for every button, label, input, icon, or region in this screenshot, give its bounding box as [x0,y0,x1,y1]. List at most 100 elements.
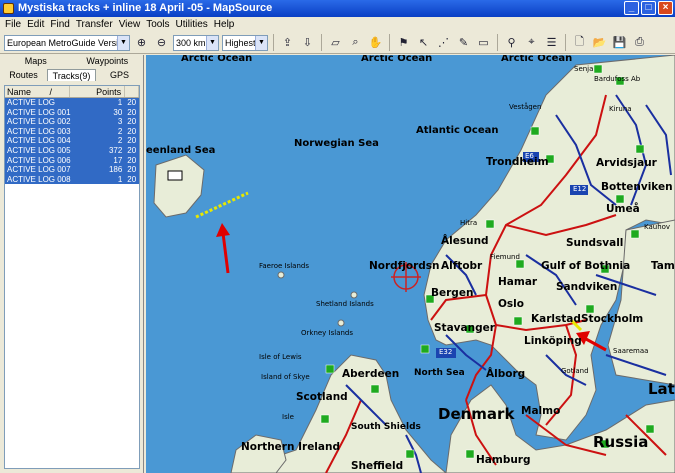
label-orkney-islands: Orkney Islands [301,329,354,337]
open-file-icon[interactable]: 📂 [591,34,608,51]
waypoint-tool-icon[interactable]: ⚑ [395,34,412,51]
zoom-tool-icon[interactable]: ⌕ [347,34,364,51]
toolbar-separator [321,34,322,51]
track-list[interactable]: Name / Points ACTIVE LOG 1 20 ACTIVE LOG 00… [4,85,140,469]
maximize-button[interactable]: □ [641,1,656,15]
title-bar: Mystiska tracks + inline 18 April -05 - … [0,0,675,17]
table-row[interactable]: ACTIVE LOG 001 30 20 [5,107,139,118]
track-points: 1 [117,98,123,107]
menu-transfer[interactable]: Transfer [73,17,116,32]
label-gotland: Gotland [561,367,589,375]
column-points[interactable]: Points [70,86,126,97]
tab-waypoints[interactable]: Waypoints [72,55,144,67]
column-name[interactable]: Name / [5,86,70,97]
save-file-icon[interactable]: 💾 [611,34,628,51]
track-extra: 20 [127,165,137,175]
table-row[interactable]: ACTIVE LOG 003 2 20 [5,126,139,137]
select-tool-icon[interactable]: ↖ [415,34,432,51]
label-malmo: Malmo [521,405,561,417]
label-sundsvall: Sundsvall [566,237,624,249]
recorded-track [195,191,249,219]
label-northern-ireland: Northern Ireland [241,441,340,453]
menu-view[interactable]: View [116,17,144,32]
table-row[interactable]: ACTIVE LOG 005 372 20 [5,145,139,156]
menu-help[interactable]: Help [211,17,238,32]
label-isle: Isle [282,413,294,421]
track-points: 2 [117,126,123,136]
track-points: 30 [113,107,123,117]
toolbar-separator [273,34,274,51]
label-oslo: Oslo [498,298,524,310]
label-senja: Senja [574,65,594,73]
map-tool-icon[interactable]: ▱ [327,34,344,51]
track-points: 186 [108,165,123,175]
table-row[interactable]: ACTIVE LOG 1 20 [5,98,139,108]
receive-from-device-icon[interactable]: ⇩ [299,34,316,51]
table-row[interactable]: ACTIVE LOG 008 1 20 [5,174,139,185]
menu-file[interactable]: File [2,17,24,32]
find-nearest-icon[interactable]: ⌖ [523,34,540,51]
label-bergen: Bergen [431,287,474,299]
label-vestagen: Vestågen [509,103,542,111]
zoom-select[interactable]: 300 km ▼ [173,34,219,51]
label-south-shields: South Shields [351,422,421,432]
track-extra: 20 [127,107,137,117]
tab-gps[interactable]: GPS [96,69,143,81]
table-row[interactable]: ACTIVE LOG 007 186 20 [5,165,139,175]
list-header: Name / Points [5,86,139,98]
route-tool-icon[interactable]: ⋰ [435,34,452,51]
table-row[interactable]: ACTIVE LOG 004 2 20 [5,136,139,146]
label-e12: E12 [573,185,587,193]
menu-find[interactable]: Find [47,17,72,32]
track-points: 17 [113,155,123,165]
tab-routes[interactable]: Routes [0,69,47,81]
label-nordfjord: Nordfjordsn [369,260,440,272]
send-to-device-icon[interactable]: ⇪ [279,34,296,51]
track-name: ACTIVE LOG 007 [7,165,71,175]
label-linkoping: Linköping [524,335,582,347]
menu-edit[interactable]: Edit [24,17,47,32]
track-extra: 20 [127,117,137,127]
table-row[interactable]: ACTIVE LOG 006 17 20 [5,155,139,166]
label-sheffield: Sheffield [351,460,404,472]
zoom-out-icon[interactable]: ⊖ [153,34,170,51]
find-icon[interactable]: ⚲ [503,34,520,51]
label-arctic-ocean-1: Arctic Ocean [181,55,253,64]
measure-tool-icon[interactable]: ▭ [475,34,492,51]
tab-maps[interactable]: Maps [0,55,72,67]
toolbar-separator [389,34,390,51]
track-points: 3 [117,117,123,127]
menu-bar: File Edit Find Transfer View Tools Utili… [0,17,675,32]
label-stavanger: Stavanger [434,322,495,334]
menu-tools[interactable]: Tools [143,17,172,32]
track-points: 2 [117,136,123,146]
track-tool-icon[interactable]: ✎ [455,34,472,51]
detail-select[interactable]: Highest ▼ [222,34,268,51]
product-select[interactable]: European MetroGuide Version 6 ▼ [4,34,130,51]
track-points: 1 [117,174,123,184]
label-tampere: Tamp [651,260,675,272]
label-sandviken: Sandviken [556,281,618,293]
label-bottenviken: Bottenviken [601,181,673,193]
new-file-icon[interactable]: 🗋 [571,34,588,51]
label-isle-of-lewis: Isle of Lewis [259,353,302,361]
toolbar-separator [497,34,498,51]
hand-tool-icon[interactable]: ✋ [367,34,384,51]
column-extra[interactable] [125,86,139,97]
label-isle-of-skye: Island of Skye [261,373,310,381]
label-hitra: Hitra [460,219,478,227]
recent-finds-icon[interactable]: ☰ [543,34,560,51]
iceland-land [153,154,205,218]
tab-tracks[interactable]: Tracks(9) [47,69,96,81]
close-button[interactable]: × [658,1,673,15]
zoom-in-icon[interactable]: ⊕ [133,34,150,51]
menu-utilities[interactable]: Utilities [173,17,211,32]
minimize-button[interactable]: _ [624,1,639,15]
track-extra: 20 [127,136,137,146]
print-icon[interactable]: ⎙ [631,34,648,51]
map-view[interactable]: Arctic Ocean Arctic Ocean Arctic Ocean N… [146,55,675,473]
track-points: 372 [108,145,123,155]
label-gulf-of-bothnia: Gulf of Bothnia [541,260,631,272]
table-row[interactable]: ACTIVE LOG 002 3 20 [5,117,139,127]
label-bardufoss: Bardufoss Ab [594,75,641,83]
